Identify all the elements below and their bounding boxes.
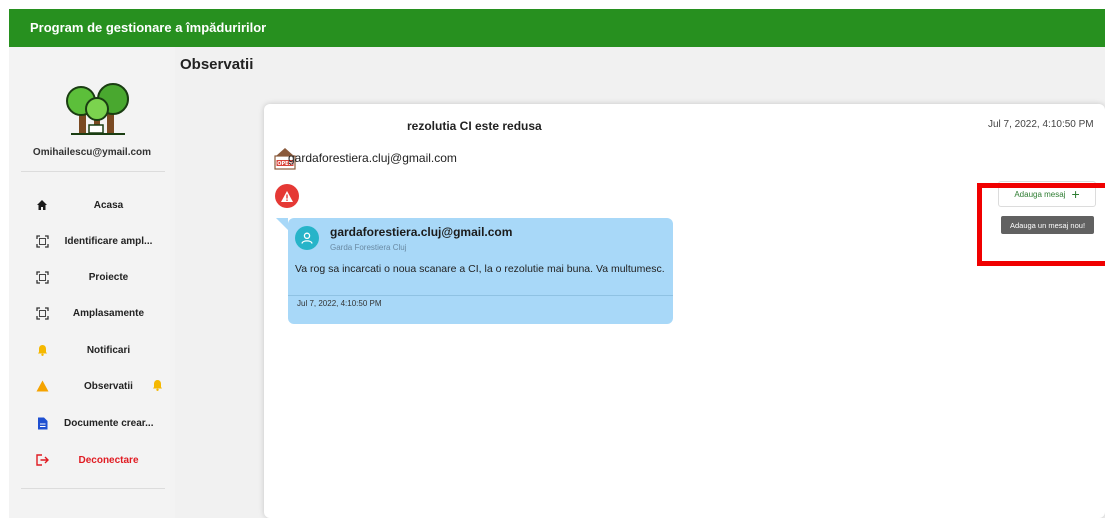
observation-date: Jul 7, 2022, 4:10:50 PM: [988, 119, 1094, 130]
sidebar-item-label: Amplasamente: [72, 307, 145, 319]
sidebar-item-label: Proiecte: [88, 271, 129, 283]
sidebar-item-observatii[interactable]: Observatii: [21, 373, 171, 399]
trees-logo-icon: [66, 83, 129, 135]
warning-icon: [275, 184, 299, 208]
sidebar-item-label: Acasa: [93, 199, 124, 211]
message-date: Jul 7, 2022, 4:10:50 PM: [297, 299, 382, 308]
app-title: Program de gestionare a împăduririlor: [30, 20, 267, 35]
page-title: Observatii: [180, 56, 254, 73]
message-divider: [288, 295, 673, 296]
sidebar-item-deconectare[interactable]: Deconectare: [21, 447, 171, 473]
sidebar-item-label: Deconectare: [78, 454, 139, 466]
scan-icon: [34, 305, 50, 321]
sidebar-item-acasa[interactable]: Acasa: [21, 192, 171, 218]
bell-icon: [152, 378, 163, 396]
message-text: Va rog sa incarcati o noua scanare a CI,…: [295, 263, 665, 275]
sidebar-item-amplasamente[interactable]: Amplasamente: [21, 300, 171, 326]
sidebar-item-label: Notificari: [86, 344, 131, 356]
avatar: [295, 226, 319, 250]
sidebar-item-notificari[interactable]: Notificari: [21, 337, 171, 363]
sidebar-divider: [21, 488, 165, 489]
user-email: Omihailescu@ymail.com: [32, 147, 152, 158]
sidebar: Omihailescu@ymail.com Acasa Identificare…: [9, 47, 175, 518]
bell-icon: [34, 342, 50, 358]
logout-icon: [34, 452, 50, 468]
sidebar-item-label: Identificare ampl...: [64, 235, 153, 247]
message-organization: Garda Forestiera Cluj: [330, 243, 407, 252]
sidebar-divider: [21, 171, 165, 172]
message-author: gardaforestiera.cluj@gmail.com: [330, 225, 513, 239]
sidebar-item-documente[interactable]: Documente crear...: [21, 410, 171, 436]
warning-icon: [34, 378, 50, 394]
sidebar-item-label: Documente crear...: [64, 417, 154, 429]
sidebar-item-proiecte[interactable]: Proiecte: [21, 264, 171, 290]
scan-icon: [34, 269, 50, 285]
message-bubble-tail: [276, 218, 288, 230]
home-icon: [34, 197, 50, 213]
highlight-box: [977, 183, 1105, 266]
app-header: Program de gestionare a împăduririlor: [9, 9, 1105, 47]
sender-email: gardaforestiera.cluj@gmail.com: [288, 151, 457, 165]
sidebar-item-identificare[interactable]: Identificare ampl...: [21, 228, 171, 254]
document-icon: [34, 415, 50, 431]
user-icon: [301, 232, 313, 244]
observation-title: rezolutia CI este redusa: [407, 119, 542, 133]
scan-icon: [34, 233, 50, 249]
